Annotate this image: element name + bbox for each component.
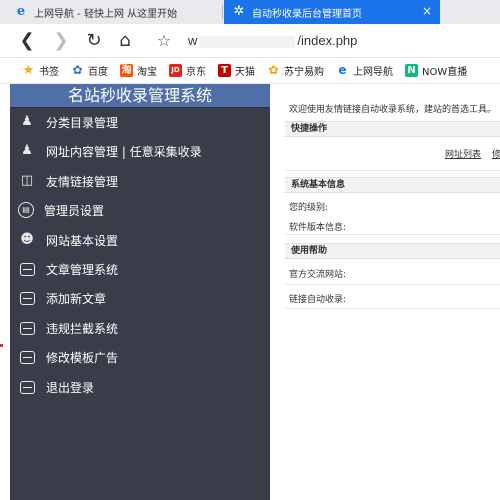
help-heading: 使用帮助 [285, 243, 500, 259]
sidebar-item-category[interactable]: ♟ 分类目录管理 [10, 108, 270, 136]
browser-tab-strip: e 上网导航 - 轻快上网 从这里开始 ✲ 自动秒收录后台管理首页 × [0, 0, 500, 24]
sys-info-heading: 系统基本信息 [285, 177, 500, 193]
tab-divider [222, 5, 223, 19]
bookmark-label: 苏宁易购 [284, 67, 324, 78]
bookmark-shuqian[interactable]: ★ 书签 [22, 63, 59, 78]
bookmark-label: 百度 [88, 67, 108, 78]
ie-icon: e [16, 4, 26, 19]
divider [285, 308, 500, 309]
sidebar-item-label: 管理员设置 [44, 203, 105, 218]
sidebar-item-label: 文章管理系统 [46, 262, 119, 277]
store-icon [20, 321, 35, 335]
store-icon [20, 262, 35, 276]
url-redacted [199, 35, 296, 48]
forward-button[interactable]: ❯ [50, 30, 72, 52]
bookmark-jd[interactable]: JD 京东 [169, 63, 206, 78]
suning-icon: ✿ [268, 63, 279, 77]
bookmark-taobao[interactable]: 淘 淘宝 [120, 63, 157, 78]
url-list-link[interactable]: 网址列表 [445, 147, 481, 160]
sidebar-item-label: 分类目录管理 [46, 115, 119, 130]
sidebar-item-template-ads[interactable]: 修改模板广告 [10, 343, 270, 371]
home-button[interactable]: ⌂ [114, 30, 136, 52]
sidebar-item-label: 退出登录 [46, 380, 95, 395]
bookmarks-bar: ★ 书签 ✿ 百度 淘 淘宝 JD 京东 T 天猫 ✿ 苏宁易购 e 上网导航 … [0, 58, 500, 84]
bookmark-baidu[interactable]: ✿ 百度 [71, 63, 108, 79]
sidebar-item-add-article[interactable]: 添加新文章 [10, 284, 270, 312]
browser-tab-navigation[interactable]: e 上网导航 - 轻快上网 从这里开始 [0, 0, 222, 24]
sidebar-item-article-manage[interactable]: 文章管理系统 [10, 255, 270, 283]
bookmark-shangwang[interactable]: e 上网导航 [336, 63, 393, 79]
settings-gear-icon: ✲ [233, 4, 245, 19]
divider [285, 234, 500, 235]
store-icon [20, 291, 35, 305]
sidebar-item-friend-links[interactable]: ◫ 友情链接管理 [10, 167, 270, 195]
main-content: 欢迎使用友情链接自动收录系统，建站的首选工具。 快捷操作 网址列表 修 系统基本… [285, 84, 500, 500]
bookmark-label: NOW直播 [422, 67, 468, 78]
bookmark-label: 上网导航 [353, 67, 393, 78]
sidebar-title: 名站秒收录管理系统 [10, 84, 270, 108]
bookmark-label: 京东 [186, 67, 206, 78]
jd-icon: JD [169, 64, 182, 77]
store-icon [20, 350, 35, 364]
taobao-icon: 淘 [120, 64, 133, 77]
back-button[interactable]: ❮ [16, 30, 38, 52]
browser-toolbar: ❮ ❯ ↻ ⌂ ☆ w/index.php [0, 24, 500, 58]
sidebar-item-label: 修改模板广告 [46, 350, 119, 365]
tab-title: 上网导航 - 轻快上网 从这里开始 [34, 8, 178, 20]
bookmark-suning[interactable]: ✿ 苏宁易购 [267, 63, 324, 79]
version-label: 软件版本信息: [289, 223, 347, 233]
admin-icon: ▤ [18, 202, 34, 218]
users-icon: ♟ [21, 143, 33, 158]
sidebar-item-admin[interactable]: ▤ 管理员设置 [10, 196, 270, 224]
reload-button[interactable]: ↻ [83, 30, 105, 52]
browser-tab-admin-home[interactable]: ✲ 自动秒收录后台管理首页 × [224, 0, 440, 24]
close-icon[interactable]: × [422, 4, 432, 18]
bookmark-now[interactable]: N NOW直播 [405, 63, 467, 78]
bookmark-star-icon[interactable]: ☆ [153, 30, 175, 52]
user-settings-icon: ☻ [20, 232, 34, 247]
auto-include-label: 链接自动收录: [289, 295, 347, 305]
now-live-icon: N [405, 64, 418, 77]
modify-link[interactable]: 修 [492, 147, 500, 160]
divider [285, 170, 500, 171]
url-path: /index.php [297, 33, 358, 48]
user-level-label: 您的级别: [289, 203, 329, 213]
baidu-paw-icon: ✿ [72, 63, 83, 77]
users-icon: ♟ [21, 114, 33, 129]
sidebar-item-site-settings[interactable]: ☻ 网站基本设置 [10, 226, 270, 254]
sidebar-item-label: 添加新文章 [46, 291, 107, 306]
store-icon [20, 380, 35, 394]
sidebar-item-label: 违规拦截系统 [46, 321, 119, 336]
welcome-text: 欢迎使用友情链接自动收录系统，建站的首选工具。 [289, 105, 497, 115]
official-site-label: 官方交流网站: [289, 270, 347, 280]
address-bar[interactable]: w/index.php [188, 33, 357, 48]
tab-title: 自动秒收录后台管理首页 [252, 8, 362, 20]
sidebar-item-logout[interactable]: 退出登录 [10, 373, 270, 401]
bookmark-label: 淘宝 [137, 67, 157, 78]
sidebar-item-label: 网站基本设置 [46, 233, 119, 248]
sidebar-item-violation-block[interactable]: 违规拦截系统 [10, 314, 270, 342]
sidebar-item-label: 网址内容管理 | 任意采集收录 [46, 144, 202, 159]
bookmark-label: 天猫 [235, 67, 255, 78]
admin-sidebar: 名站秒收录管理系统 ♟ 分类目录管理 ♟ 网址内容管理 | 任意采集收录 ◫ 友… [10, 84, 270, 500]
sidebar-item-url-content[interactable]: ♟ 网址内容管理 | 任意采集收录 [10, 137, 270, 165]
decorative-mark [0, 344, 3, 347]
divider [285, 284, 500, 285]
shop-icon: ◫ [20, 173, 34, 188]
sidebar-item-label: 友情链接管理 [46, 174, 119, 189]
tmall-icon: T [218, 64, 231, 77]
quick-ops-heading: 快捷操作 [285, 121, 500, 137]
ie-icon: e [338, 63, 347, 77]
url-prefix: w [188, 33, 198, 48]
bookmark-tmall[interactable]: T 天猫 [218, 63, 255, 78]
bookmark-label: 书签 [39, 67, 59, 78]
star-icon: ★ [22, 63, 35, 78]
